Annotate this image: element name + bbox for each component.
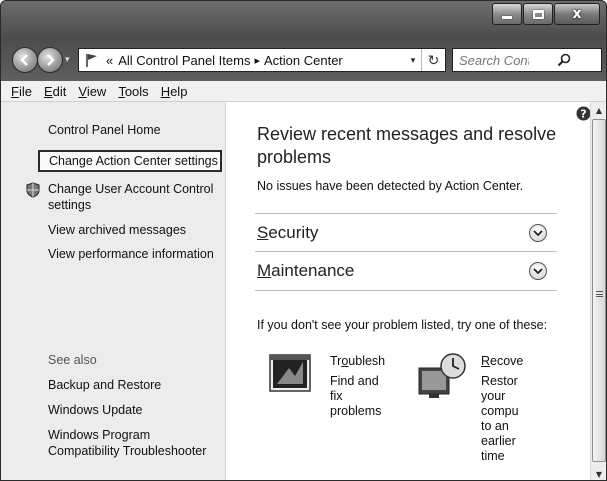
address-history-dropdown[interactable]: ▾ xyxy=(405,55,421,66)
menu-tools-rest: ools xyxy=(124,83,149,99)
vertical-scrollbar[interactable]: ▲ ▼ xyxy=(590,102,606,480)
menu-view-rest: iew xyxy=(86,83,107,99)
maintenance-label: Maintenance xyxy=(255,261,354,281)
section-divider xyxy=(255,290,557,291)
security-label: Security xyxy=(255,223,318,243)
troubleshooting-desc-line: Find and xyxy=(330,374,379,388)
action-center-window: x ▾ « All Control Panel Items ▸ Action C… xyxy=(0,0,607,481)
scroll-up-arrow-icon[interactable]: ▲ xyxy=(591,102,606,118)
view-archived-messages-link[interactable]: View archived messages xyxy=(48,222,186,238)
change-action-center-settings-link[interactable]: Change Action Center settings xyxy=(38,150,222,172)
chevron-down-circle-icon[interactable] xyxy=(529,262,547,280)
backup-and-restore-link[interactable]: Backup and Restore xyxy=(48,377,161,393)
change-uac-settings-line2: settings xyxy=(48,198,92,212)
windows-update-link[interactable]: Windows Update xyxy=(48,402,143,418)
scroll-down-arrow-icon[interactable]: ▼ xyxy=(591,466,606,480)
troubleshoot-prompt: If you don't see your problem listed, tr… xyxy=(257,318,548,332)
back-button[interactable] xyxy=(12,47,38,73)
recovery-desc-line: Restor xyxy=(481,374,518,388)
menu-tools[interactable]: Tools xyxy=(112,84,154,99)
caption-buttons: x xyxy=(491,3,600,29)
menu-edit-rest: dit xyxy=(52,83,67,99)
main-pane: Review recent messages and resolve probl… xyxy=(227,102,590,480)
close-button[interactable]: x xyxy=(554,3,600,25)
content-area: Control Panel Home Change Action Center … xyxy=(1,102,606,480)
troubleshooting-desc-line: fix xyxy=(330,389,343,403)
forward-arrow-icon xyxy=(47,54,55,66)
recovery-title-accel: R xyxy=(481,354,491,368)
maintenance-rest: aintenance xyxy=(271,260,355,280)
address-overflow[interactable]: « xyxy=(106,53,113,68)
breadcrumb-all-control-panel-items[interactable]: All Control Panel Items xyxy=(118,53,250,68)
security-accel: S xyxy=(257,222,269,242)
recovery-description: Restor your compu to an earlier time xyxy=(481,374,519,464)
scrollbar-grip-icon xyxy=(596,291,603,297)
scrollbar-thumb[interactable] xyxy=(592,119,606,462)
recovery-desc-line: compu xyxy=(481,404,519,418)
status-message: No issues have been detected by Action C… xyxy=(257,179,524,193)
compatibility-troubleshooter-link[interactable]: Windows Program Compatibility Troublesho… xyxy=(48,427,206,459)
breadcrumb-separator[interactable]: ▸ xyxy=(254,54,260,67)
menu-help[interactable]: Help xyxy=(155,84,194,99)
back-arrow-icon xyxy=(20,54,28,66)
menu-file-rest: ile xyxy=(18,83,32,99)
change-uac-settings-link[interactable]: Change User Account Control settings xyxy=(48,181,213,213)
troubleshooting-description: Find and fix problems xyxy=(330,374,381,419)
address-bar[interactable]: « All Control Panel Items ▸ Action Cente… xyxy=(78,48,446,72)
recovery-title-rest: ecove xyxy=(490,354,524,368)
control-panel-home-link[interactable]: Control Panel Home xyxy=(48,122,161,138)
change-uac-settings-line1: Change User Account Control xyxy=(48,182,214,196)
troubleshooting-title-pre: Tr xyxy=(330,354,342,368)
menu-edit-accel: E xyxy=(43,83,53,99)
troubleshooting-title[interactable]: Troublesh xyxy=(330,354,385,368)
svg-text:?: ? xyxy=(580,108,586,121)
action-center-flag-icon xyxy=(81,49,103,71)
refresh-button[interactable]: ↻ xyxy=(421,49,445,71)
recovery-desc-line: your xyxy=(481,389,506,403)
breadcrumb-action-center[interactable]: Action Center xyxy=(264,53,343,68)
menu-bar: File Edit View Tools Help xyxy=(1,81,606,102)
view-performance-information-link[interactable]: View performance information xyxy=(48,246,214,262)
minimize-button[interactable] xyxy=(492,3,522,25)
close-icon: x xyxy=(572,6,582,22)
page-title: Review recent messages and resolve probl… xyxy=(257,124,557,167)
maintenance-section-header[interactable]: Maintenance xyxy=(255,251,557,289)
left-task-pane: Control Panel Home Change Action Center … xyxy=(1,102,226,480)
maximize-button[interactable] xyxy=(523,3,553,25)
navigation-row: ▾ « All Control Panel Items ▸ Action Cen… xyxy=(1,47,606,75)
uac-shield-icon xyxy=(26,182,40,198)
search-box[interactable]: Search Control Pa... xyxy=(452,48,602,72)
chevron-down-circle-icon[interactable] xyxy=(529,224,547,242)
recovery-icon xyxy=(418,353,466,398)
compatibility-troubleshooter-line1: Windows Program xyxy=(48,428,151,442)
search-placeholder: Search Control Pa... xyxy=(459,52,529,68)
security-rest: ecurity xyxy=(268,222,319,242)
recovery-title[interactable]: Recove xyxy=(481,354,523,368)
minimize-icon xyxy=(502,16,512,19)
troubleshooting-desc-line: problems xyxy=(330,404,382,418)
menu-file[interactable]: File xyxy=(5,84,38,99)
title-bar: x ▾ « All Control Panel Items ▸ Action C… xyxy=(1,1,606,81)
maximize-icon xyxy=(532,9,544,19)
menu-view[interactable]: View xyxy=(72,84,112,99)
troubleshooting-title-rest: ublesh xyxy=(348,354,386,368)
menu-help-rest: elp xyxy=(170,83,188,99)
forward-button[interactable] xyxy=(37,47,63,73)
menu-edit[interactable]: Edit xyxy=(38,84,72,99)
search-icon[interactable] xyxy=(529,51,599,69)
maintenance-accel: M xyxy=(257,260,272,280)
compatibility-troubleshooter-line2: Compatibility Troubleshooter xyxy=(48,444,207,458)
menu-view-accel: V xyxy=(78,83,87,99)
see-also-heading: See also xyxy=(48,353,97,367)
security-section-header[interactable]: Security xyxy=(255,213,557,251)
help-icon[interactable]: ? xyxy=(576,106,591,121)
recovery-desc-line: time xyxy=(481,449,505,463)
troubleshooting-icon xyxy=(269,354,311,392)
recent-pages-dropdown[interactable]: ▾ xyxy=(65,55,70,65)
menu-help-accel: H xyxy=(160,83,171,99)
menu-file-accel: F xyxy=(11,83,19,99)
recovery-desc-line: to an xyxy=(481,419,509,433)
recovery-desc-line: earlier xyxy=(481,434,516,448)
